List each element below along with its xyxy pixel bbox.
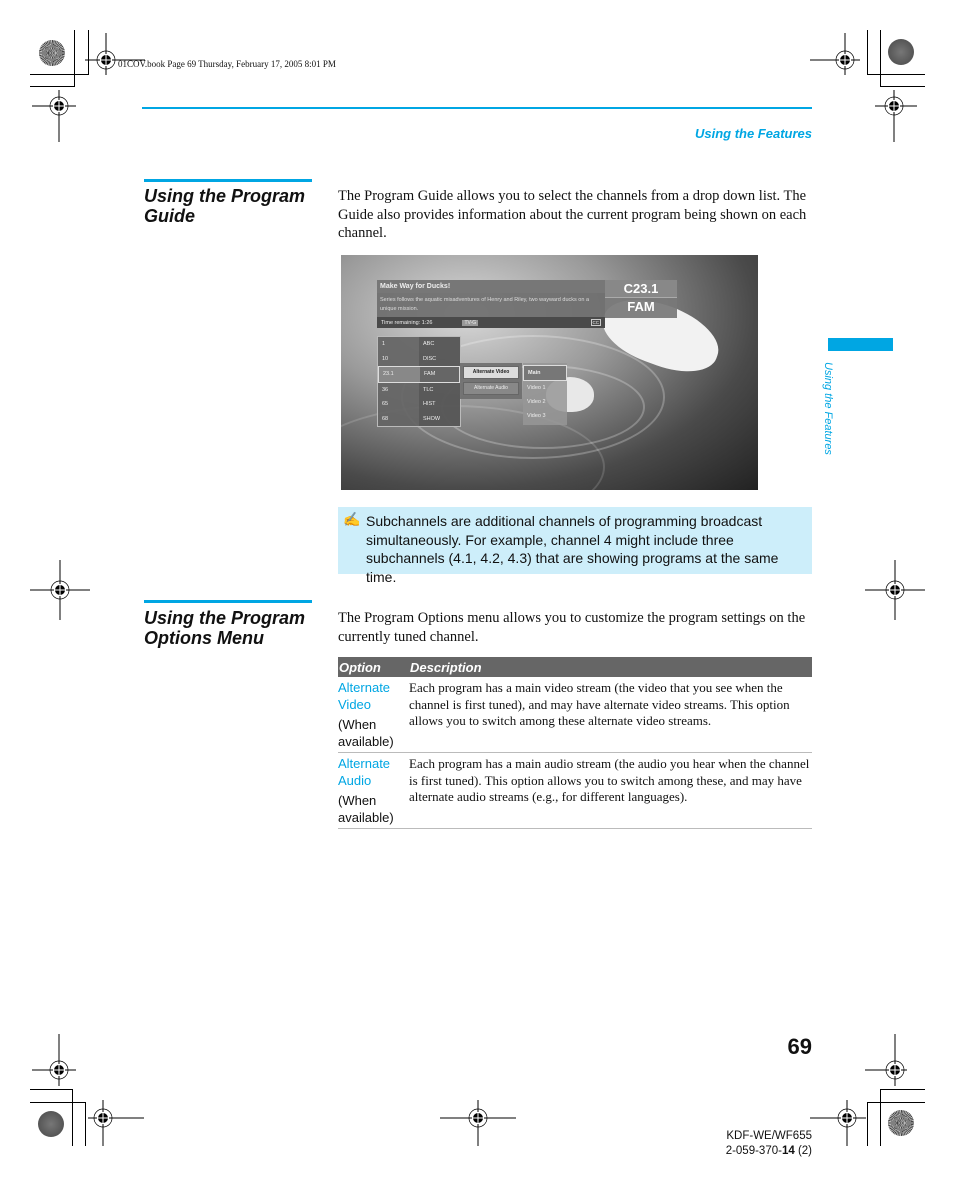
channel-name: FAM	[627, 299, 655, 314]
option-alternate-audio[interactable]: Alternate Audio	[463, 382, 519, 395]
option-name: Alternate Video	[338, 680, 391, 712]
rating-badge: TV-G	[462, 319, 479, 326]
program-description: Series follows the aquatic misadventures…	[380, 297, 589, 312]
part-number: 2-059-370-14 (2)	[725, 1145, 812, 1157]
section-title-program-options: Using the Program Options Menu	[144, 608, 306, 648]
sub-option-video-1[interactable]: Video 1	[523, 381, 567, 395]
page-number: 69	[787, 1034, 812, 1059]
program-status-bar: Time remaining: 1:26 TV-G CC	[377, 317, 605, 328]
option-description: Each program has a main video stream (th…	[409, 680, 790, 728]
note-text: Subchannels are additional channels of p…	[366, 513, 779, 585]
registration-target-icon	[440, 1100, 516, 1146]
channel-list[interactable]: 1 ABC 10 DISC 23.1 FAM 36 TLC 65 HIST 68 SHOW	[377, 336, 461, 427]
note-box: ✍ Subchannels are additional channels of…	[338, 507, 812, 585]
model-info: KDF-WE/WF655 2-059-370-14 (2)	[720, 1129, 812, 1159]
registration-target-icon	[32, 1034, 76, 1086]
program-guide-screenshot: Make Way for Ducks! Series follows the a…	[341, 255, 758, 490]
registration-target-icon	[810, 33, 860, 75]
options-table: Option Description Alternate Video (When…	[338, 657, 812, 829]
registration-target-icon	[810, 1100, 866, 1146]
channel-row[interactable]: 1 ABC	[378, 337, 460, 352]
section-title-program-guide: Using the Program Guide	[144, 186, 306, 226]
running-head: Using the Features	[694, 126, 812, 141]
model-name: KDF-WE/WF655	[726, 1130, 812, 1142]
pencil-note-icon: ✍	[343, 511, 361, 527]
color-bar-rosette-icon	[38, 1111, 64, 1137]
table-row: Alternate Audio (When available) Each pr…	[338, 753, 812, 829]
header-rule	[142, 107, 812, 109]
side-tab-label: Using the Features	[822, 362, 834, 455]
color-bar-rosette-icon	[888, 39, 914, 65]
time-remaining: Time remaining: 1:26	[381, 319, 433, 326]
duck-image	[641, 335, 683, 363]
option-qualifier: (When available)	[338, 793, 394, 825]
option-description: Each program has a main audio stream (th…	[409, 756, 810, 804]
registration-target-icon	[875, 90, 917, 142]
print-header: 01COV.book Page 69 Thursday, February 17…	[118, 59, 336, 69]
table-header: Option Description	[338, 657, 812, 677]
sub-option-main[interactable]: Main	[523, 365, 567, 381]
channel-row[interactable]: 68 SHOW	[378, 411, 460, 426]
option-qualifier: (When available)	[338, 717, 394, 749]
video-stream-submenu[interactable]: Main Video 1 Video 2 Video 3	[523, 363, 567, 425]
side-tab-marker	[828, 338, 893, 351]
header-option: Option	[339, 659, 381, 675]
program-info-panel: Make Way for Ducks! Series follows the a…	[377, 280, 605, 328]
channel-row[interactable]: 36 TLC	[378, 382, 460, 397]
cc-icon: CC	[590, 319, 601, 326]
channel-row[interactable]: 65 HIST	[378, 397, 460, 412]
current-channel-badge: C23.1 FAM	[605, 280, 677, 318]
option-name: Alternate Audio	[338, 756, 391, 788]
program-options-menu[interactable]: Alternate Video Alternate Audio	[460, 363, 522, 399]
option-alternate-video[interactable]: Alternate Video	[463, 366, 519, 379]
registration-target-icon	[865, 1034, 907, 1086]
section-body-program-guide: The Program Guide allows you to select t…	[338, 188, 807, 241]
header-description: Description	[410, 659, 482, 675]
registration-target-icon	[32, 90, 76, 142]
channel-number: C23.1	[605, 280, 677, 298]
registration-target-icon	[865, 560, 925, 620]
channel-row[interactable]: 10 DISC	[378, 351, 460, 366]
table-row: Alternate Video (When available) Each pr…	[338, 677, 812, 753]
sub-option-video-2[interactable]: Video 2	[523, 395, 567, 409]
program-title: Make Way for Ducks!	[377, 280, 605, 293]
section-rule	[144, 179, 312, 182]
color-bar-rosette-icon	[39, 40, 65, 66]
section-body-program-options: The Program Options menu allows you to c…	[338, 610, 806, 645]
registration-target-icon	[30, 560, 90, 620]
color-bar-rosette-icon	[888, 1110, 914, 1136]
registration-target-icon	[88, 1100, 144, 1146]
section-rule	[144, 600, 312, 603]
sub-option-video-3[interactable]: Video 3	[523, 409, 567, 423]
channel-row-selected[interactable]: 23.1 FAM	[378, 366, 460, 383]
